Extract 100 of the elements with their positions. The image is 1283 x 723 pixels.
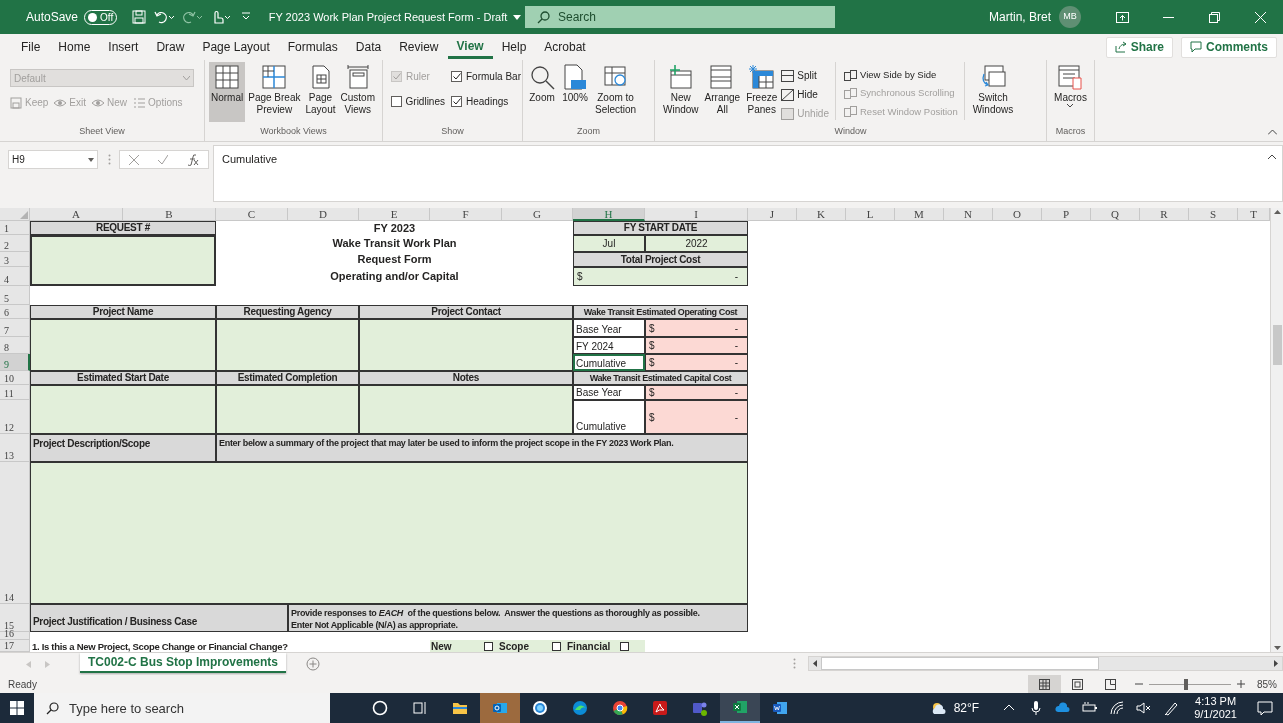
macros-button[interactable]: Macros (1054, 62, 1087, 125)
scroll-thumb[interactable] (821, 657, 1100, 670)
page-layout-view-icon[interactable] (1072, 678, 1083, 690)
document-title[interactable]: FY 2023 Work Plan Project Request Form - Draft (270, 8, 520, 26)
cortana-circle-icon[interactable] (372, 700, 388, 716)
menu-tab[interactable]: Home (49, 35, 100, 59)
browser-wave-icon[interactable] (572, 700, 588, 716)
enter-check-icon[interactable] (158, 154, 168, 165)
show-checkbox[interactable]: Headings (451, 94, 521, 109)
share-button[interactable]: Share (1105, 36, 1173, 58)
menu-tab[interactable]: Formulas (278, 35, 347, 59)
wifi-icon[interactable] (1108, 700, 1125, 716)
menu-tab[interactable]: Acrobat (535, 35, 595, 59)
row-header[interactable]: 7 (0, 319, 30, 337)
amount-cell[interactable]: $ - (645, 354, 748, 371)
window-small-button[interactable]: Hide (781, 87, 829, 102)
menu-tab[interactable]: Data (346, 35, 391, 59)
view-button[interactable]: Page Layout (303, 62, 338, 122)
row-header[interactable]: 2 (0, 235, 30, 252)
zoom-in-icon[interactable] (1237, 680, 1245, 688)
name-box[interactable]: H9 (8, 150, 98, 169)
scroll-thumb[interactable] (1272, 325, 1282, 365)
view-button[interactable]: Normal (209, 62, 246, 122)
row-header[interactable]: 3 (0, 252, 30, 267)
windows-start-icon[interactable] (10, 701, 24, 715)
column-header[interactable]: D (288, 208, 359, 221)
menu-tab[interactable]: File (12, 35, 50, 59)
total-cell[interactable]: $ - (573, 267, 748, 286)
window-button[interactable]: Freeze Panes (744, 62, 780, 125)
horizontal-scrollbar[interactable] (808, 656, 1283, 671)
row-header[interactable]: 8 (0, 337, 30, 354)
column-header[interactable]: M (895, 208, 944, 221)
zoom-slider-thumb[interactable] (1183, 678, 1188, 690)
row-header[interactable]: 13 (0, 434, 30, 462)
window-button[interactable]: New Window (661, 62, 701, 125)
switch-windows-button[interactable]: Switch Windows (970, 62, 1016, 125)
amount-cell[interactable]: $ - (645, 385, 748, 400)
clock[interactable]: 4:13 PM 9/1/2021 (1194, 695, 1237, 721)
input-area[interactable] (30, 385, 216, 434)
show-checkbox[interactable]: Formula Bar (451, 69, 521, 84)
input-cell[interactable]: Jul (573, 235, 645, 252)
amount-cell[interactable]: $ - (645, 400, 748, 434)
vertical-scrollbar[interactable] (1270, 208, 1283, 652)
redo-icon[interactable] (181, 9, 204, 25)
notification-icon[interactable] (1257, 700, 1273, 716)
expand-caret-icon[interactable] (1268, 154, 1276, 159)
column-header[interactable]: R (1140, 208, 1189, 221)
column-header[interactable]: B (123, 208, 216, 221)
row-header[interactable]: 12 (0, 400, 30, 434)
column-header[interactable]: P (1042, 208, 1091, 221)
input-area[interactable] (30, 462, 748, 604)
menu-tab[interactable]: Review (390, 35, 448, 59)
scroll-right-icon[interactable] (1274, 660, 1278, 667)
option-checkbox[interactable]: Financial (567, 640, 635, 652)
input-area[interactable] (216, 385, 359, 434)
row-header[interactable]: 10 (0, 371, 30, 385)
input-cell[interactable]: 2022 (645, 235, 748, 252)
row-header[interactable]: 17 (0, 640, 30, 652)
input-area[interactable] (30, 235, 216, 286)
folder-icon[interactable] (452, 700, 468, 716)
zoom-button[interactable]: 100% (560, 62, 590, 125)
input-area[interactable] (216, 319, 359, 371)
column-header[interactable]: H (573, 208, 645, 221)
column-header[interactable]: E (359, 208, 430, 221)
menu-tab[interactable]: Draw (147, 35, 194, 59)
column-header[interactable]: I (645, 208, 748, 221)
window-small-button[interactable]: Split (781, 68, 829, 83)
row-header[interactable]: 15 (0, 604, 30, 632)
menu-tab[interactable]: Insert (99, 35, 148, 59)
column-header[interactable]: L (846, 208, 895, 221)
row-header[interactable]: 9 (0, 354, 30, 371)
row-header[interactable]: 14 (0, 462, 30, 604)
view-button[interactable]: Page Break Preview (246, 62, 303, 122)
ribbon-display-icon[interactable] (1115, 11, 1129, 23)
show-checkbox[interactable]: Gridlines (391, 94, 445, 109)
pen-icon[interactable] (1162, 700, 1179, 716)
column-header[interactable]: O (993, 208, 1042, 221)
option-checkbox[interactable]: New (431, 640, 499, 652)
mail-app-icon[interactable] (492, 700, 508, 716)
formula-field[interactable]: Cumulative (213, 145, 1283, 202)
window-button[interactable]: Arrange All (702, 62, 743, 125)
column-header[interactable]: J (748, 208, 797, 221)
speaker-muted-icon[interactable] (1135, 700, 1152, 716)
column-header[interactable]: S (1189, 208, 1238, 221)
close-icon[interactable] (1254, 11, 1266, 23)
input-area[interactable] (359, 319, 573, 371)
window-side-button[interactable]: View Side by Side (844, 68, 958, 83)
scroll-left-icon[interactable] (813, 660, 818, 667)
amount-cell[interactable]: $ - (645, 319, 748, 337)
input-area[interactable] (30, 319, 216, 371)
row-header[interactable]: 4 (0, 267, 30, 286)
user-avatar[interactable]: MB (1059, 6, 1081, 28)
row-header[interactable]: 11 (0, 385, 30, 400)
column-header[interactable]: Q (1091, 208, 1140, 221)
option-checkbox[interactable]: Scope (499, 640, 567, 652)
comments-button[interactable]: Comments (1181, 36, 1277, 58)
column-header[interactable]: F (430, 208, 502, 221)
column-header[interactable]: G (502, 208, 573, 221)
scroll-up-icon[interactable] (1273, 210, 1281, 214)
save-icon[interactable] (131, 9, 148, 25)
